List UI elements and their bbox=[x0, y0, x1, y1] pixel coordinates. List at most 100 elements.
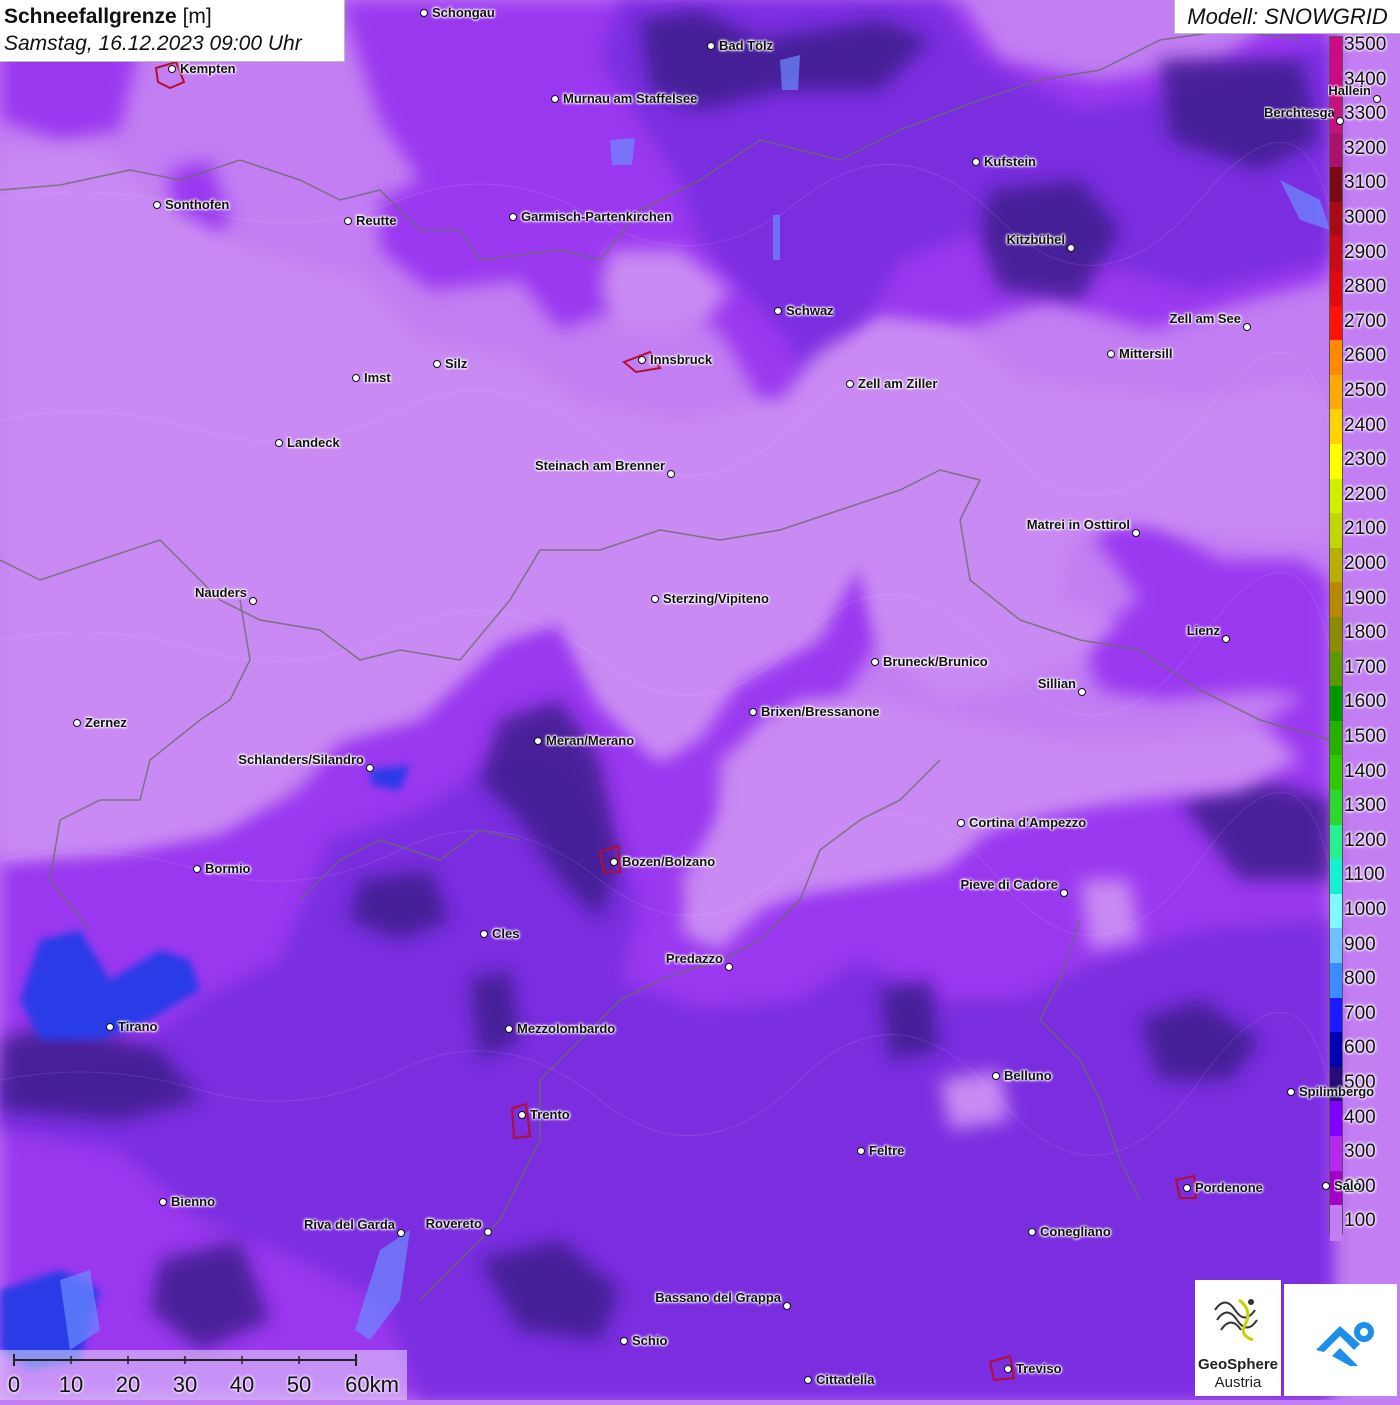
city-label: Riva del Garda bbox=[303, 1217, 395, 1232]
color-legend: 3500 3400 3300 3200 3100 3000 2900 2800 2700 2600… bbox=[1329, 34, 1400, 1241]
city-label: Garmisch-Partenkirchen bbox=[521, 209, 673, 224]
city-label: Murnau am Staffelsee bbox=[563, 91, 698, 106]
city-marker-icon bbox=[1183, 1184, 1191, 1192]
legend-swatch bbox=[1330, 132, 1342, 169]
legend-swatch bbox=[1330, 443, 1342, 480]
city-label: Bozen/Bolzano bbox=[622, 854, 716, 869]
city-label: Bad Tölz bbox=[719, 38, 774, 53]
city-marker-icon bbox=[159, 1198, 167, 1206]
legend-swatch bbox=[1330, 582, 1342, 618]
city-label: Imst bbox=[364, 370, 391, 385]
austria-logo-text: Austria bbox=[1214, 1374, 1262, 1391]
legend-swatch bbox=[1330, 340, 1342, 376]
legend-label: 1000 bbox=[1344, 899, 1387, 920]
city-marker-icon bbox=[433, 360, 441, 368]
legend-label: 900 bbox=[1344, 933, 1376, 955]
title-unit: [m] bbox=[182, 5, 212, 28]
city-label: Trento bbox=[530, 1107, 570, 1122]
city-label: Reutte bbox=[356, 213, 397, 228]
city-label: Spilimbergo bbox=[1299, 1084, 1375, 1099]
city-label: Predazzo bbox=[665, 951, 723, 966]
legend-swatch bbox=[1330, 686, 1342, 722]
city-marker-icon bbox=[725, 963, 733, 971]
legend-label: 1300 bbox=[1344, 795, 1387, 817]
city-label: Landeck bbox=[287, 435, 340, 450]
city-label: Tirano bbox=[118, 1019, 158, 1034]
city-marker-icon bbox=[804, 1376, 812, 1384]
scale-label-0: 0 bbox=[7, 1372, 21, 1397]
city-label: Treviso bbox=[1016, 1361, 1062, 1376]
legend-swatch bbox=[1330, 720, 1342, 757]
city-label: Zell am Ziller bbox=[858, 376, 938, 391]
legend-swatch bbox=[1330, 824, 1342, 861]
legend-label: 2700 bbox=[1344, 310, 1387, 332]
legend-label: 2500 bbox=[1344, 380, 1387, 401]
city-label: Belluno bbox=[1004, 1068, 1052, 1083]
legend-swatch bbox=[1330, 651, 1342, 688]
city-label: Schongau bbox=[432, 5, 495, 20]
legend-swatch bbox=[1330, 236, 1342, 272]
legend-swatch bbox=[1330, 547, 1342, 584]
city-marker-icon bbox=[957, 819, 965, 827]
legend-label: 2900 bbox=[1344, 241, 1387, 263]
city-marker-icon bbox=[1028, 1228, 1036, 1236]
geosphere-logo[interactable]: GeoSphere Austria bbox=[1195, 1280, 1281, 1396]
legend-swatch bbox=[1330, 1205, 1342, 1241]
city-marker-icon bbox=[366, 764, 374, 772]
legend-swatch bbox=[1330, 201, 1342, 238]
city-marker-icon bbox=[352, 374, 360, 382]
city-marker-icon bbox=[972, 158, 980, 166]
legend-label: 1400 bbox=[1344, 760, 1387, 782]
city-marker-icon bbox=[1373, 95, 1381, 103]
city-marker-icon bbox=[1243, 323, 1251, 331]
city-marker-icon bbox=[505, 1025, 513, 1033]
city-marker-icon bbox=[551, 95, 559, 103]
scale-label-60km: 60km bbox=[345, 1372, 399, 1397]
legend-label: 1600 bbox=[1344, 691, 1387, 713]
city-marker-icon bbox=[534, 737, 542, 745]
legend-label: 2100 bbox=[1344, 518, 1387, 540]
legend-label: 1900 bbox=[1344, 587, 1387, 609]
legend-label: 600 bbox=[1344, 1037, 1376, 1059]
city-marker-icon bbox=[484, 1228, 492, 1236]
legend-swatch bbox=[1330, 928, 1342, 964]
city-marker-icon bbox=[275, 439, 283, 447]
city-label: Bruneck/Brunico bbox=[883, 654, 988, 669]
city-label: Kufstein bbox=[984, 154, 1036, 169]
city-marker-icon bbox=[153, 201, 161, 209]
legend-swatch bbox=[1330, 1032, 1342, 1068]
geosphere-logo-text: GeoSphere bbox=[1197, 1356, 1279, 1373]
map-date: Samstag, 16.12.2023 09:00 Uhr bbox=[4, 32, 302, 55]
city-marker-icon bbox=[1078, 688, 1086, 696]
city-marker-icon bbox=[638, 356, 646, 364]
legend-swatch bbox=[1330, 859, 1342, 895]
app-logo-icon bbox=[1316, 1322, 1374, 1366]
city-label: Bormio bbox=[205, 861, 251, 876]
app-logo[interactable] bbox=[1284, 1284, 1397, 1396]
legend-swatch bbox=[1330, 374, 1342, 411]
legend-swatch bbox=[1330, 755, 1342, 791]
city-marker-icon bbox=[518, 1111, 526, 1119]
city-marker-icon bbox=[610, 858, 618, 866]
city-marker-icon bbox=[344, 217, 352, 225]
city-label: Pieve di Cadore bbox=[960, 877, 1058, 892]
legend-label: 2000 bbox=[1344, 553, 1387, 574]
legend-swatch bbox=[1330, 270, 1342, 307]
city-marker-icon bbox=[106, 1023, 114, 1031]
city-label: Zell am See bbox=[1169, 311, 1241, 326]
city-label: Meran/Merano bbox=[546, 733, 635, 748]
city-marker-icon bbox=[871, 658, 879, 666]
city-label: Feltre bbox=[869, 1143, 905, 1158]
model-label: Modell: SNOWGRID bbox=[1174, 0, 1400, 34]
city-label: Nauders bbox=[194, 585, 247, 600]
city-label: Hallein bbox=[1328, 84, 1371, 98]
city-marker-icon bbox=[857, 1147, 865, 1155]
city-marker-icon bbox=[774, 307, 782, 315]
city-label: Bassano del Grappa bbox=[655, 1290, 781, 1305]
legend-label: 2600 bbox=[1344, 345, 1387, 367]
legend-label: 1800 bbox=[1344, 622, 1387, 644]
city-label: Brixen/Bressanone bbox=[761, 704, 880, 719]
city-marker-icon bbox=[193, 865, 201, 873]
city-marker-icon bbox=[783, 1302, 791, 1310]
geosphere-logo-icon bbox=[1214, 1298, 1258, 1342]
